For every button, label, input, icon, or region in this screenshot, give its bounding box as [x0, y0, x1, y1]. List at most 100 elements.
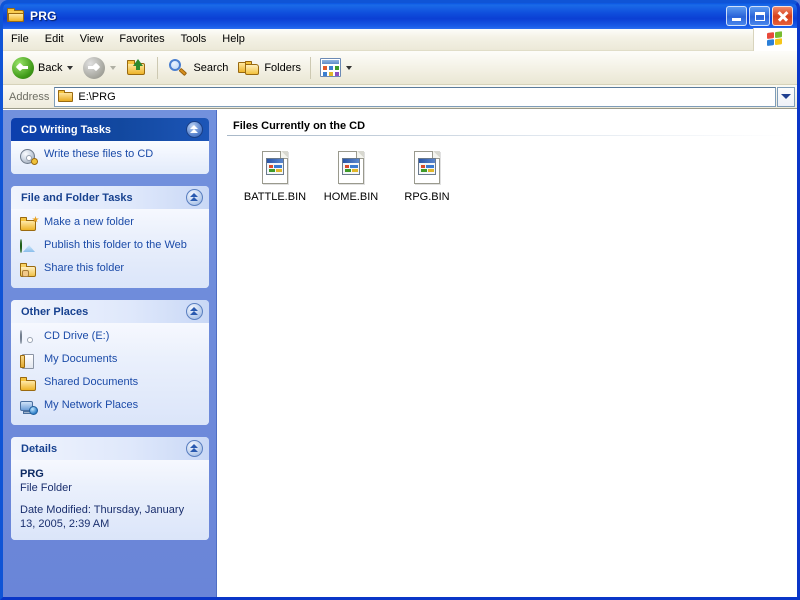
- group-divider: [227, 135, 787, 136]
- panel-cd-writing-tasks: CD Writing Tasks Write these files to CD: [11, 118, 209, 174]
- window-controls: [726, 6, 795, 26]
- file-list-area[interactable]: Files Currently on the CD BATTLE.BIN HOM…: [217, 110, 797, 597]
- panel-header-other-places[interactable]: Other Places: [11, 300, 209, 323]
- menu-item-edit[interactable]: Edit: [37, 30, 72, 49]
- close-button[interactable]: [772, 6, 793, 26]
- place-my-documents[interactable]: My Documents: [20, 353, 201, 370]
- menu-item-file[interactable]: File: [3, 30, 37, 49]
- back-label: Back: [38, 61, 63, 74]
- menu-item-tools[interactable]: Tools: [173, 30, 215, 49]
- chevron-up-icon: [190, 193, 199, 202]
- details-date-modified: Date Modified: Thursday, January 13, 200…: [20, 504, 185, 530]
- panel-title: File and Folder Tasks: [21, 191, 133, 204]
- up-button[interactable]: [121, 54, 153, 82]
- toolbar: Back Search Folders: [3, 51, 797, 85]
- panel-body-other-places: CD Drive (E:) My Documents Shared Docume…: [11, 323, 209, 425]
- place-my-network-places[interactable]: My Network Places: [20, 399, 201, 416]
- views-icon: [320, 58, 342, 77]
- generic-file-icon: [335, 151, 367, 187]
- address-value: E:\PRG: [78, 90, 116, 103]
- details-item-type: File Folder: [20, 482, 72, 494]
- menu-item-favorites[interactable]: Favorites: [111, 30, 172, 49]
- place-shared-documents[interactable]: Shared Documents: [20, 376, 201, 393]
- task-publish-folder-to-web[interactable]: Publish this folder to the Web: [20, 239, 201, 256]
- minimize-icon: [732, 18, 741, 21]
- panel-details: Details PRG File Folder Date Modified: T…: [11, 437, 209, 540]
- file-name: RPG.BIN: [404, 191, 450, 203]
- menu-bar: File Edit View Favorites Tools Help: [3, 28, 797, 51]
- task-label: My Network Places: [44, 399, 139, 411]
- panel-body-cd-writing-tasks: Write these files to CD: [11, 141, 209, 174]
- task-label: My Documents: [44, 353, 118, 365]
- search-label: Search: [193, 61, 229, 74]
- cd-drive-icon: [20, 330, 38, 347]
- panel-body-details: PRG File Folder Date Modified: Thursday,…: [11, 460, 209, 540]
- task-label: Publish this folder to the Web: [44, 239, 187, 251]
- panel-file-and-folder-tasks: File and Folder Tasks Make a new folder …: [11, 186, 209, 288]
- menu-item-help[interactable]: Help: [214, 30, 253, 49]
- window-body: CD Writing Tasks Write these files to CD…: [3, 109, 797, 597]
- chevron-up-icon: [190, 444, 199, 453]
- list-item[interactable]: HOME.BIN: [313, 146, 389, 208]
- forward-dropdown-icon: [110, 65, 117, 70]
- panel-header-cd-writing-tasks[interactable]: CD Writing Tasks: [11, 118, 209, 141]
- documents-icon: [20, 354, 38, 370]
- list-item[interactable]: RPG.BIN: [389, 146, 465, 208]
- generic-file-icon: [411, 151, 443, 187]
- collapse-button[interactable]: [186, 189, 203, 206]
- generic-file-icon: [259, 151, 291, 187]
- task-pane: CD Writing Tasks Write these files to CD…: [3, 110, 217, 597]
- task-label: Share this folder: [44, 262, 125, 274]
- back-dropdown-icon[interactable]: [67, 65, 74, 70]
- address-bar: Address E:\PRG: [3, 85, 797, 109]
- place-cd-drive[interactable]: CD Drive (E:): [20, 330, 201, 347]
- globe-icon: [20, 239, 38, 256]
- group-header: Files Currently on the CD: [233, 120, 366, 132]
- panel-header-details[interactable]: Details: [11, 437, 209, 460]
- collapse-button[interactable]: [186, 440, 203, 457]
- forward-button[interactable]: [78, 54, 121, 82]
- folders-icon: [238, 58, 260, 78]
- panel-title: Details: [21, 442, 58, 455]
- cd-write-icon: [20, 149, 38, 165]
- up-folder-icon: [126, 58, 148, 78]
- shared-folder-icon: [20, 377, 38, 393]
- panel-title: CD Writing Tasks: [21, 123, 112, 136]
- back-button[interactable]: Back: [7, 54, 78, 82]
- task-label: Shared Documents: [44, 376, 139, 388]
- task-write-files-to-cd[interactable]: Write these files to CD: [20, 148, 201, 165]
- task-share-this-folder[interactable]: Share this folder: [20, 262, 201, 279]
- file-grid: BATTLE.BIN HOME.BIN RPG.BIN: [227, 146, 787, 208]
- file-name: BATTLE.BIN: [243, 191, 307, 203]
- network-icon: [20, 400, 38, 416]
- address-label: Address: [9, 90, 50, 103]
- minimize-button[interactable]: [726, 6, 747, 26]
- list-item[interactable]: BATTLE.BIN: [237, 146, 313, 208]
- panel-other-places: Other Places CD Drive (E:) My Documents …: [11, 300, 209, 425]
- toolbar-separator: [157, 56, 159, 79]
- menu-item-view[interactable]: View: [72, 30, 112, 49]
- address-dropdown-button[interactable]: [777, 86, 795, 107]
- maximize-button[interactable]: [749, 6, 770, 26]
- windows-flag-logo: [753, 28, 797, 51]
- search-button[interactable]: Search: [162, 54, 233, 82]
- folders-button[interactable]: Folders: [233, 54, 306, 82]
- panel-header-file-and-folder-tasks[interactable]: File and Folder Tasks: [11, 186, 209, 209]
- close-icon: [777, 11, 789, 22]
- chevron-down-icon: [781, 94, 791, 99]
- collapse-button[interactable]: [186, 121, 203, 138]
- folder-icon: [7, 8, 25, 24]
- explorer-window: PRG File Edit View Favorites Tools Help …: [0, 0, 800, 600]
- panel-title: Other Places: [21, 305, 89, 318]
- address-input[interactable]: E:\PRG: [54, 86, 776, 107]
- views-button[interactable]: [315, 54, 357, 82]
- task-label: Make a new folder: [44, 216, 134, 228]
- views-dropdown-icon[interactable]: [346, 65, 353, 70]
- new-folder-icon: [20, 216, 39, 233]
- window-title: PRG: [30, 9, 57, 23]
- task-label: Write these files to CD: [44, 148, 154, 160]
- collapse-button[interactable]: [186, 303, 203, 320]
- share-folder-icon: [20, 263, 38, 279]
- task-make-new-folder[interactable]: Make a new folder: [20, 216, 201, 233]
- title-bar: PRG: [3, 3, 797, 29]
